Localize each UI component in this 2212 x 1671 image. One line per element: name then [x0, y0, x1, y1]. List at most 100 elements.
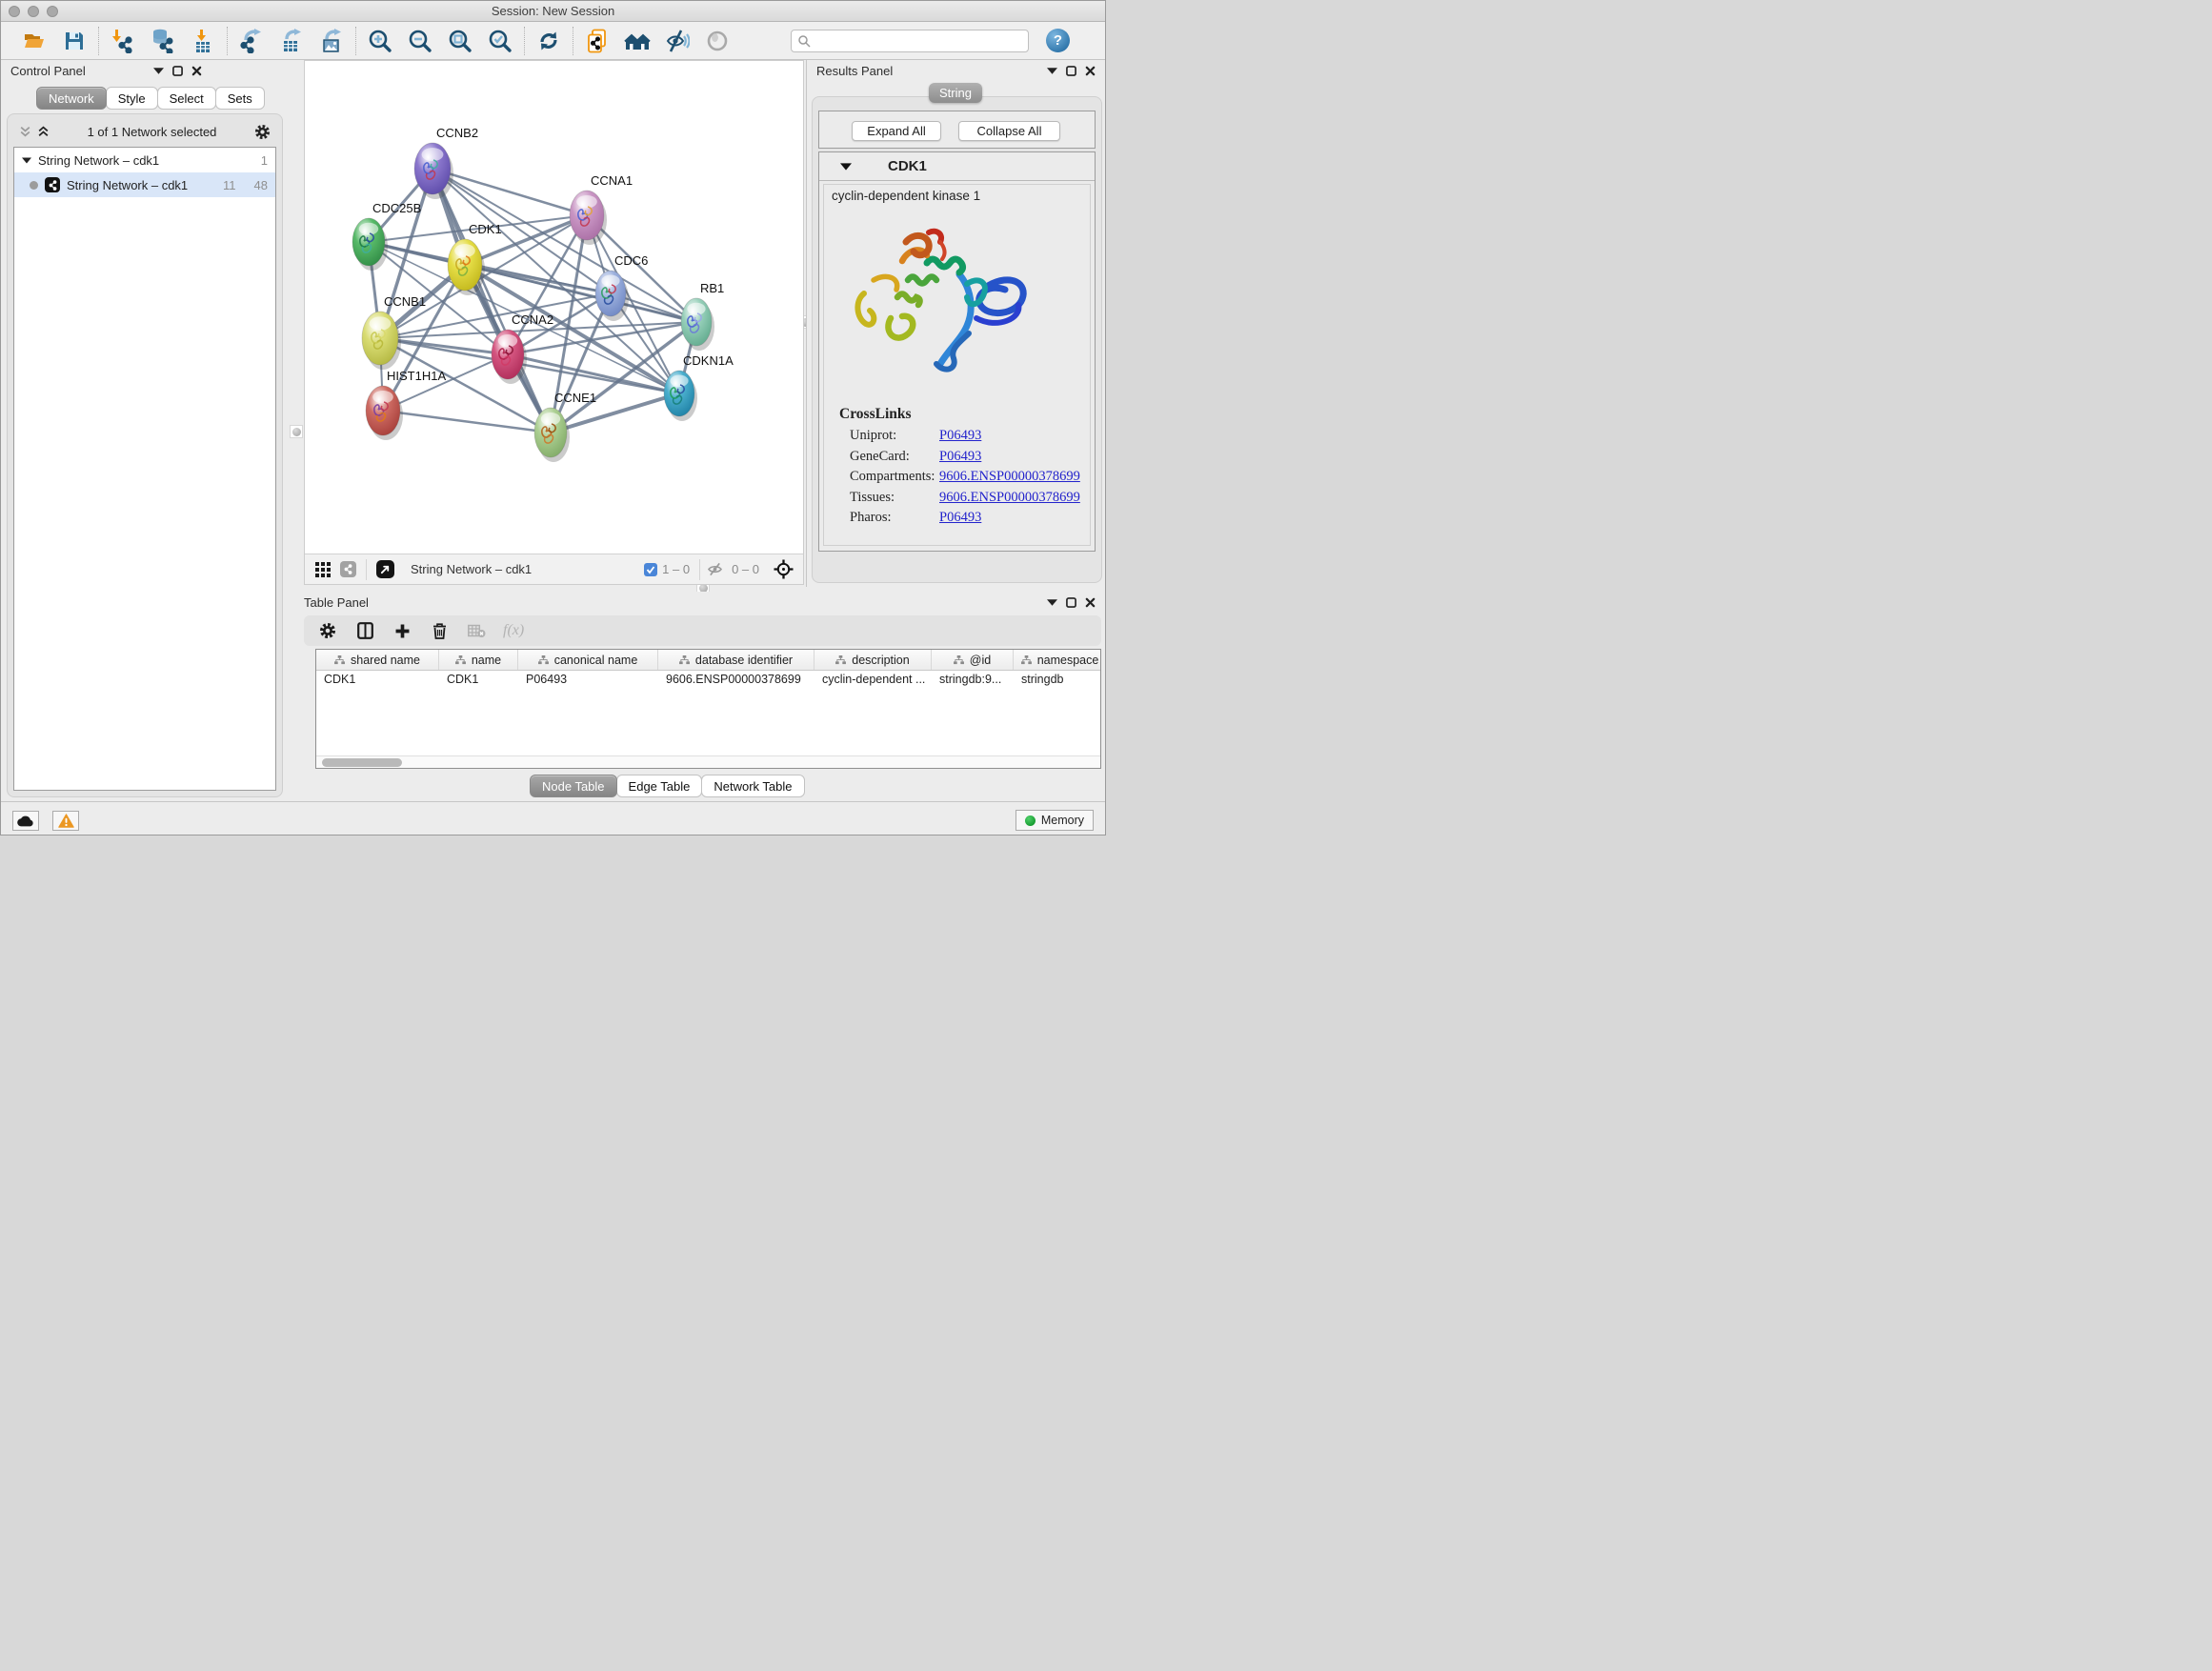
- hidden-node-edge-counts: 0 – 0: [732, 562, 759, 576]
- float-panel-icon[interactable]: [172, 66, 183, 76]
- table-cell[interactable]: P06493: [518, 671, 658, 690]
- crosslink-link[interactable]: P06493: [939, 511, 981, 524]
- share-network-icon[interactable]: [335, 557, 360, 582]
- close-panel-icon[interactable]: [1085, 66, 1096, 76]
- network-edge[interactable]: [432, 169, 587, 215]
- tab-style[interactable]: Style: [106, 87, 158, 110]
- tab-string[interactable]: String: [929, 83, 982, 103]
- network-node-label: HIST1H1A: [387, 369, 446, 383]
- export-network-icon[interactable]: [238, 28, 265, 54]
- tab-edge-table[interactable]: Edge Table: [616, 775, 703, 797]
- create-column-plus-icon[interactable]: [392, 620, 412, 641]
- column-header-namespace[interactable]: namespace: [1014, 650, 1101, 670]
- zoom-in-icon[interactable]: [367, 28, 393, 54]
- collapse-all-button[interactable]: Collapse All: [958, 121, 1060, 141]
- zoom-out-icon[interactable]: [407, 28, 433, 54]
- birdseye-view-icon[interactable]: [372, 557, 397, 582]
- cloud-status-button[interactable]: [12, 811, 39, 831]
- table-row[interactable]: CDK1CDK1P064939606.ENSP00000378699cyclin…: [316, 671, 1100, 690]
- show-columns-icon[interactable]: [354, 620, 375, 641]
- table-cell[interactable]: cyclin-dependent ...: [814, 671, 932, 690]
- network-node-label: CDK1: [469, 222, 502, 236]
- collapse-all-networks-icon[interactable]: [37, 126, 50, 138]
- hide-selected-icon[interactable]: [664, 28, 691, 54]
- crosslink-link[interactable]: 9606.ENSP00000378699: [939, 491, 1080, 504]
- tab-node-table[interactable]: Node Table: [530, 775, 617, 797]
- save-session-icon[interactable]: [61, 28, 88, 54]
- string-import-icon[interactable]: [584, 28, 611, 54]
- export-table-icon[interactable]: [278, 28, 305, 54]
- crosslink-label: Tissues:: [850, 491, 939, 504]
- column-header-label: description: [852, 654, 909, 667]
- search-input[interactable]: [811, 34, 1022, 48]
- import-table-file-icon[interactable]: [190, 28, 216, 54]
- collapse-panel-icon[interactable]: [1047, 68, 1057, 74]
- network-current-dot: [30, 181, 38, 190]
- zoom-selected-icon[interactable]: [487, 28, 513, 54]
- table-options-gear-icon[interactable]: [317, 620, 338, 641]
- help-button[interactable]: ?: [1046, 29, 1070, 52]
- network-collection-row[interactable]: String Network – cdk1 1: [14, 148, 275, 172]
- warnings-button[interactable]: [52, 811, 79, 831]
- column-header-canonical-name[interactable]: canonical name: [518, 650, 658, 670]
- float-panel-icon[interactable]: [1066, 597, 1076, 608]
- crosslink-link[interactable]: P06493: [939, 429, 981, 442]
- crosslink-link[interactable]: P06493: [939, 450, 981, 463]
- network-edge[interactable]: [383, 411, 551, 433]
- results-panel: Results Panel String Expand All Collapse…: [806, 60, 1106, 587]
- import-network-file-icon[interactable]: [110, 28, 136, 54]
- table-cell[interactable]: CDK1: [316, 671, 439, 690]
- tab-sets[interactable]: Sets: [215, 87, 265, 110]
- crosslink-link[interactable]: 9606.ENSP00000378699: [939, 470, 1080, 483]
- collapse-panel-icon[interactable]: [153, 68, 164, 74]
- home-icon[interactable]: [624, 28, 651, 54]
- network-edge[interactable]: [432, 169, 551, 433]
- network-edge[interactable]: [508, 354, 679, 393]
- network-options-gear-icon[interactable]: [254, 124, 271, 140]
- column-header-description[interactable]: description: [814, 650, 932, 670]
- selected-checkbox-icon[interactable]: [644, 563, 657, 576]
- table-horizontal-scrollbar[interactable]: [316, 755, 1100, 768]
- column-hierarchy-icon: [835, 655, 846, 665]
- table-cell[interactable]: stringdb:9...: [932, 671, 1014, 690]
- network-row-selected[interactable]: String Network – cdk1 11 48: [14, 172, 275, 197]
- table-cell[interactable]: CDK1: [439, 671, 518, 690]
- close-panel-icon[interactable]: [1085, 597, 1096, 608]
- network-canvas[interactable]: CCNB2CCNA1CDC25BCDK1CDC6RB1CCNB1CCNA2CDK…: [305, 61, 803, 554]
- import-network-database-icon[interactable]: [150, 28, 176, 54]
- export-image-icon[interactable]: [318, 28, 345, 54]
- column-header-label: database identifier: [695, 654, 793, 667]
- float-panel-icon[interactable]: [1066, 66, 1076, 76]
- collapse-panel-icon[interactable]: [1047, 599, 1057, 606]
- fit-selection-crosshair-icon[interactable]: [771, 557, 795, 582]
- tree-expand-icon[interactable]: [22, 157, 31, 164]
- column-header-database-identifier[interactable]: database identifier: [658, 650, 814, 670]
- memory-button[interactable]: Memory: [1016, 810, 1094, 831]
- tab-network-table[interactable]: Network Table: [701, 775, 804, 797]
- network-node-label: CCNA2: [512, 312, 553, 327]
- entry-header[interactable]: CDK1: [819, 152, 1095, 181]
- node-table[interactable]: shared namenamecanonical name database id…: [315, 649, 1101, 769]
- column-header-shared-name[interactable]: shared name: [316, 650, 439, 670]
- results-actions: Expand All Collapse All: [818, 111, 1096, 149]
- tab-select[interactable]: Select: [157, 87, 216, 110]
- entry-collapse-icon[interactable]: [840, 163, 852, 171]
- crosslink-row: Pharos:P06493: [850, 511, 1080, 524]
- scrollbar-thumb[interactable]: [322, 758, 402, 767]
- left-splitter-handle[interactable]: [290, 425, 303, 438]
- zoom-fit-icon[interactable]: [447, 28, 473, 54]
- column-header--id[interactable]: @id: [932, 650, 1014, 670]
- column-header-name[interactable]: name: [439, 650, 518, 670]
- grid-view-icon[interactable]: [311, 557, 335, 582]
- column-hierarchy-icon: [679, 655, 690, 665]
- table-cell[interactable]: 9606.ENSP00000378699: [658, 671, 814, 690]
- refresh-icon[interactable]: [535, 28, 562, 54]
- table-cell[interactable]: stringdb: [1014, 671, 1101, 690]
- show-graphics-details-icon[interactable]: [704, 28, 731, 54]
- open-session-icon[interactable]: [21, 28, 48, 54]
- expand-all-networks-icon[interactable]: [19, 126, 31, 138]
- delete-columns-trash-icon[interactable]: [429, 620, 450, 641]
- expand-all-button[interactable]: Expand All: [852, 121, 941, 141]
- close-panel-icon[interactable]: [191, 66, 202, 76]
- tab-network[interactable]: Network: [36, 87, 107, 110]
